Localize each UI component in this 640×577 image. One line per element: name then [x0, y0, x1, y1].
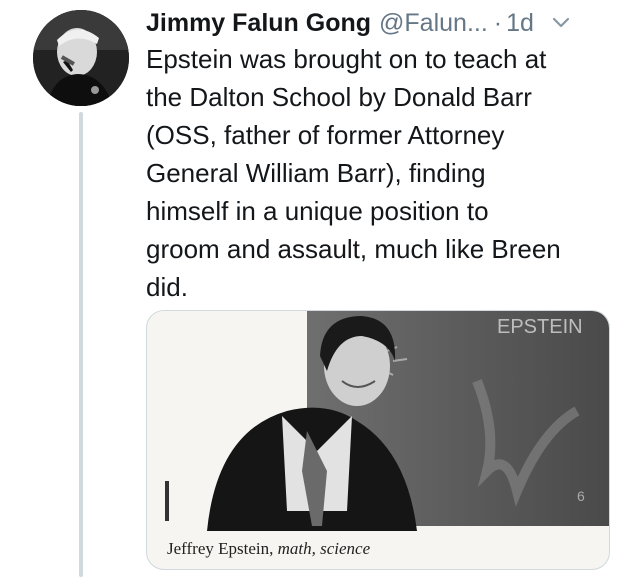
caption-name: Jeffrey Epstein, [167, 539, 274, 558]
media-caption: Jeffrey Epstein, math, science [167, 539, 370, 559]
separator-dot: · [493, 8, 503, 37]
avatar[interactable] [33, 10, 129, 106]
svg-text:6: 6 [577, 488, 585, 504]
media-card[interactable]: EPSTEIN 6 Jeffrey Epstein, math, science [146, 310, 610, 570]
timestamp[interactable]: 1d [506, 9, 534, 38]
chevron-down-icon[interactable] [548, 10, 574, 36]
tweet-text: Epstein was brought on to teach at the D… [146, 44, 561, 302]
caption-subjects: math, science [277, 539, 371, 558]
avatar-image [33, 10, 129, 106]
media-photo[interactable]: EPSTEIN 6 [157, 311, 609, 531]
user-handle[interactable]: @Falun... [379, 9, 488, 38]
thread-line [79, 112, 83, 577]
blackboard-text: EPSTEIN [497, 316, 583, 338]
display-name[interactable]: Jimmy Falun Gong [146, 9, 371, 38]
tweet-header: Jimmy Falun Gong @Falun... · 1d [146, 6, 626, 40]
